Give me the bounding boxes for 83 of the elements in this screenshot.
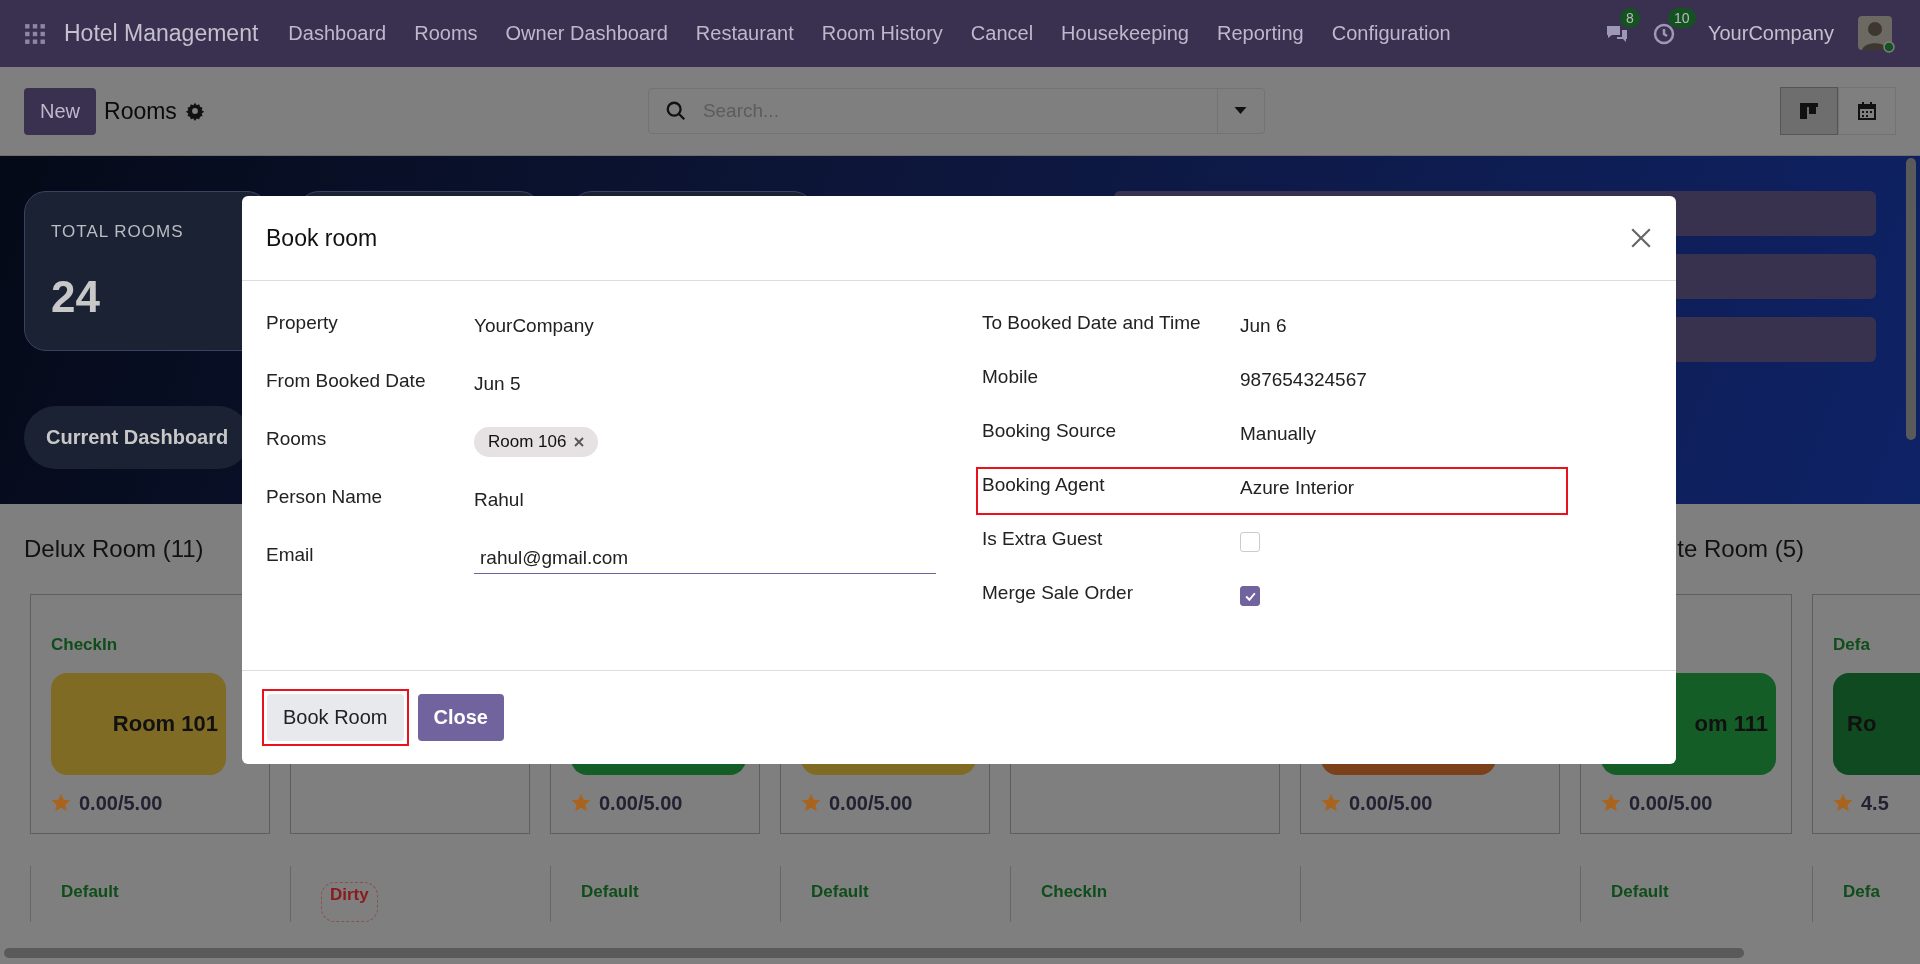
close-button[interactable]: Close (417, 694, 504, 741)
field-label: Rooms (266, 427, 328, 451)
status-label: Dirty (321, 882, 378, 922)
calendar-view-button[interactable] (1838, 87, 1896, 135)
room-tag[interactable]: Room 106 (474, 427, 599, 457)
search-icon (664, 100, 687, 122)
field-label: Person Name (266, 485, 384, 509)
field-label: Booking Source (982, 419, 1118, 443)
field-value[interactable]: Manually (1240, 423, 1317, 445)
status-label: CheckIn (51, 635, 118, 656)
rating-text: 0.00/5.00 (1629, 791, 1713, 815)
kanban-icon (1799, 101, 1819, 121)
close-icon[interactable] (1630, 227, 1652, 249)
room-name: om 111 (1694, 711, 1768, 737)
vertical-scrollbar[interactable] (1906, 158, 1916, 440)
status-label: Default (811, 882, 869, 903)
group-title: Delux Room (11) (24, 535, 204, 563)
book-room-button[interactable]: Book Room (267, 694, 404, 741)
room-name: Ro (1847, 711, 1877, 737)
field-label: Is Extra Guest (982, 527, 1104, 551)
field-label: Property (266, 311, 339, 335)
activity-count-badge: 10 (1668, 7, 1696, 28)
new-button[interactable]: New (24, 87, 96, 135)
menu-item[interactable]: Room History (807, 22, 957, 45)
company-name[interactable]: YourCompany (1708, 22, 1834, 45)
settings-icon[interactable] (184, 101, 205, 121)
calendar-icon (1857, 101, 1877, 121)
horizontal-scrollbar[interactable] (4, 948, 1744, 958)
message-count-badge: 8 (1620, 7, 1640, 28)
rating-text: 0.00/5.00 (79, 791, 163, 815)
status-label: Default (581, 882, 639, 903)
menu-item[interactable]: Housekeeping (1047, 22, 1203, 45)
room-card[interactable]: CheckIn Room 101 0.00/5.00 (30, 594, 270, 834)
star-icon (1833, 793, 1853, 813)
menu-item[interactable]: Reporting (1203, 22, 1318, 45)
page-title: Rooms (104, 97, 177, 125)
field-value[interactable]: Azure Interior (1240, 477, 1355, 499)
field-label: To Booked Date and Time (982, 311, 1202, 335)
rating-text: 0.00/5.00 (1349, 791, 1433, 815)
field-value[interactable]: Rahul (474, 489, 524, 511)
status-label: Defa (1843, 882, 1880, 903)
status-label: Default (61, 882, 119, 903)
menu-item[interactable]: Rooms (400, 22, 492, 45)
status-label: Defa (1833, 635, 1870, 656)
rating-text: 0.00/5.00 (829, 791, 913, 815)
room-name: Room 101 (112, 711, 218, 737)
field-label: Booking Agent (982, 473, 1106, 497)
dialog-title: Book room (266, 224, 378, 252)
field-label: Mobile (982, 365, 1039, 389)
apps-grid-icon[interactable] (24, 22, 46, 45)
field-value[interactable]: 987654324567 (1240, 369, 1367, 391)
rating-text: 0.00/5.00 (599, 791, 683, 815)
status-label: Default (1611, 882, 1669, 903)
avatar-icon[interactable] (1856, 13, 1896, 54)
star-icon (1601, 793, 1621, 813)
star-icon (801, 793, 821, 813)
field-label: Merge Sale Order (982, 581, 1134, 605)
stat-label: TOTAL ROOMS (51, 222, 185, 242)
room-card[interactable]: Defa Ro 4.5 (1812, 594, 1920, 834)
menu-item[interactable]: Restaurant (681, 22, 808, 45)
menu-item[interactable]: Configuration (1317, 22, 1465, 45)
field-value[interactable]: YourCompany (474, 315, 594, 337)
kanban-view-button[interactable] (1780, 87, 1838, 135)
star-icon (571, 793, 591, 813)
app-title[interactable]: Hotel Management (64, 20, 259, 47)
room-tile[interactable]: Room 101 (51, 673, 226, 775)
field-value[interactable]: Jun 6 (1240, 315, 1287, 337)
clock-icon[interactable] (1652, 21, 1676, 46)
star-icon (51, 793, 71, 813)
star-icon (1321, 793, 1341, 813)
checkbox[interactable] (1240, 586, 1260, 606)
remove-icon[interactable] (574, 437, 585, 447)
rating-text: 4.5 (1861, 791, 1889, 815)
menu-item[interactable]: Cancel (956, 22, 1048, 45)
menu-item[interactable]: Dashboard (274, 22, 401, 45)
menu-item[interactable]: Owner Dashboard (491, 22, 682, 45)
caret-icon (1234, 107, 1248, 115)
field-label: From Booked Date (266, 369, 427, 393)
group-title: te Room (5) (1677, 535, 1804, 563)
stat-value: 24 (51, 272, 101, 322)
field-label: Email (266, 543, 315, 567)
field-value[interactable]: Jun 5 (474, 373, 521, 395)
status-label: CheckIn (1041, 882, 1108, 903)
